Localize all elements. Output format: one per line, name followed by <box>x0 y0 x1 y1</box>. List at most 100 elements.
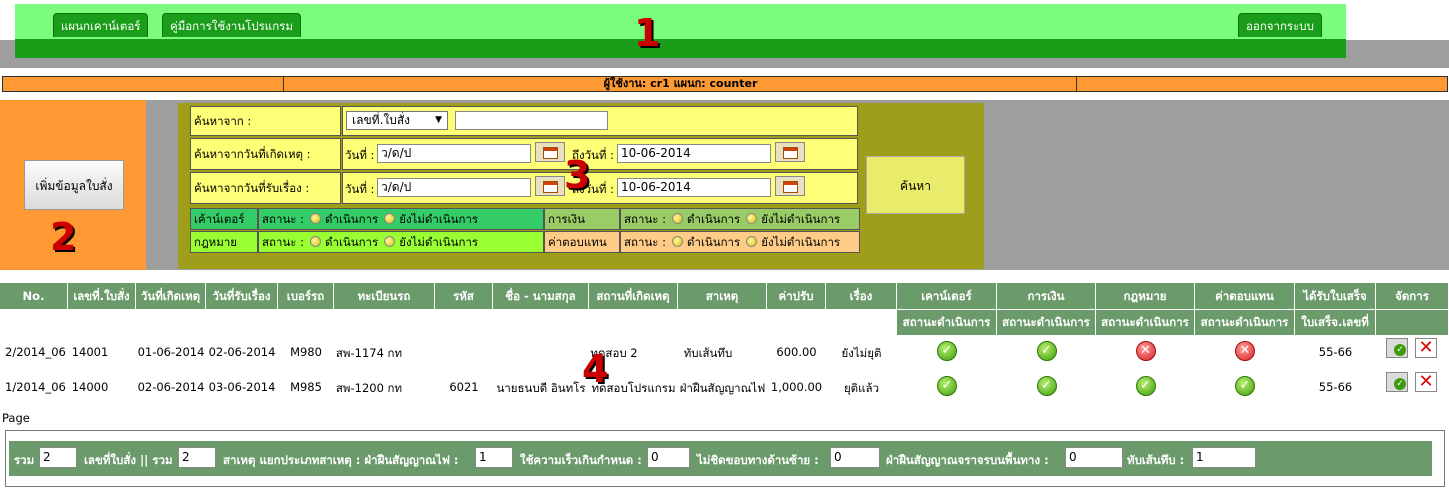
cell-receipt: 55-66 <box>1318 380 1353 394</box>
subcol-manage <box>1376 310 1449 335</box>
summary-ticket-label: เลขที่ใบสั่ง || รวม <box>84 453 173 467</box>
cell-no: 1/2014_06 <box>5 380 66 394</box>
calendar-icon[interactable] <box>775 142 805 162</box>
cell-finance-status: ✓ <box>997 376 1096 396</box>
summary-left-input[interactable]: 0 <box>830 447 880 468</box>
opt-pending-label: ยังไม่ดำเนินการ <box>399 212 479 226</box>
col-received-date: วันที่รับเรื่อง <box>206 283 278 309</box>
radio-pending[interactable] <box>746 213 758 224</box>
subcol-counter-status: สถานะดำเนินการ <box>897 310 997 335</box>
status-dept-compensation: ค่าตอบแทน <box>544 231 620 253</box>
cell-name: นายธนบดี อินทโร <box>496 381 586 395</box>
search-field-select-value: เลขที่.ใบสั่ง <box>352 113 411 127</box>
edit-icon[interactable]: ✓ <box>1386 338 1408 358</box>
cell-received-date: 02-06-2014 <box>208 345 276 359</box>
opt-done-label: ดำเนินการ <box>325 212 379 226</box>
radio-pending[interactable] <box>384 213 396 224</box>
opt-pending-label: ยังไม่ดำเนินการ <box>399 235 479 249</box>
cell-ticket[interactable]: 14001 <box>68 345 112 359</box>
delete-icon[interactable]: ✕ <box>1415 372 1437 392</box>
incident-to-input[interactable]: 10-06-2014 <box>617 144 771 163</box>
search-from-label: ค้นหาจาก : <box>194 114 252 128</box>
col-manage: จัดการ <box>1376 283 1449 309</box>
incident-from-label: วันที่ : <box>345 148 375 162</box>
annotation-2: 2 <box>50 215 77 259</box>
status-label: สถานะ : <box>624 235 667 249</box>
status-label: สถานะ : <box>262 212 305 226</box>
cell-car-no: M985 <box>290 380 322 394</box>
summary-total-input[interactable]: 2 <box>39 447 77 468</box>
check-icon: ✓ <box>1036 376 1057 396</box>
cross-icon: ✕ <box>1235 341 1255 361</box>
tab-user-manual[interactable]: คู่มือการใช้งานโปรแกรม <box>162 13 301 37</box>
cell-matter: ยุติแล้ว <box>843 381 880 395</box>
cell-received-date: 03-06-2014 <box>208 380 276 394</box>
status-dept-counter: เค้าน์เตอร์ <box>190 208 258 230</box>
search-from-label-cell: ค้นหาจาก : <box>190 106 341 136</box>
col-car-no: เบอร์รถ <box>278 283 334 309</box>
cell-incident-date: 02-06-2014 <box>137 380 205 394</box>
cell-ticket[interactable]: 14000 <box>68 380 112 394</box>
summary-road-input[interactable]: 0 <box>1065 447 1123 468</box>
summary-ticket-input[interactable]: 2 <box>178 447 216 468</box>
col-counter: เคาน์เตอร์ <box>897 283 997 309</box>
opt-pending-label: ยังไม่ดำเนินการ <box>761 212 841 226</box>
check-icon: ✓ <box>937 341 957 361</box>
summary-red-light-input[interactable]: 1 <box>475 447 513 468</box>
col-ticket: เลขที่.ใบสั่ง <box>68 283 136 309</box>
status-compensation: สถานะ : ดำเนินการ ยังไม่ดำเนินการ <box>620 231 860 253</box>
summary-left-label: ไม่ชิดขอบทางด้านซ้าย : <box>697 453 819 467</box>
receive-to-input[interactable]: 10-06-2014 <box>617 178 771 197</box>
radio-done[interactable] <box>310 236 322 247</box>
search-field-select[interactable]: เลขที่.ใบสั่ง ▼ <box>346 111 448 130</box>
status-label: สถานะ : <box>624 212 667 226</box>
cell-compensation-status: ✕ <box>1195 341 1295 361</box>
summary-speed-label: ใช้ความเร็วเกินกำหนด : <box>520 453 642 467</box>
subcol-finance-status: สถานะดำเนินการ <box>997 310 1096 335</box>
delete-icon[interactable]: ✕ <box>1415 338 1437 358</box>
col-fine: ค่าปรับ <box>767 283 826 309</box>
opt-done-label: ดำเนินการ <box>687 212 741 226</box>
cell-cause: ทับเส้นทึบ <box>683 346 733 360</box>
col-place: สถานที่เกิดเหตุ <box>589 283 678 309</box>
cell-matter: ยังไม่ยุติ <box>841 346 882 360</box>
calendar-icon[interactable] <box>535 142 565 162</box>
radio-pending[interactable] <box>746 236 758 247</box>
logout-button[interactable]: ออกจากระบบ <box>1238 13 1322 37</box>
search-keyword-input[interactable] <box>455 111 608 130</box>
search-button[interactable]: ค้นหา <box>866 156 965 214</box>
add-ticket-button[interactable]: เพิ่มข้อมูลใบสั่ง <box>24 160 124 210</box>
receive-from-input[interactable]: ว/ด/ป <box>377 178 531 197</box>
cell-fine: 600.00 <box>776 345 817 359</box>
cell-fine: 1,000.00 <box>770 380 823 394</box>
status-dept-law: กฎหมาย <box>190 231 258 253</box>
check-icon: ✓ <box>1036 341 1057 361</box>
cell-law-status: ✓ <box>1096 376 1195 396</box>
calendar-icon[interactable] <box>775 176 805 196</box>
cell-law-status: ✕ <box>1096 341 1195 361</box>
subcol-compensation-status: สถานะดำเนินการ <box>1195 310 1295 335</box>
cell-counter-status: ✓ <box>897 376 997 396</box>
cell-cause: ฝ่าฝืนสัญญาณไฟ <box>679 381 766 395</box>
user-info-text: ผู้ใช้งาน: cr1 แผนก: counter <box>603 77 758 90</box>
cell-finance-status: ✓ <box>997 341 1096 361</box>
opt-done-label: ดำเนินการ <box>325 235 379 249</box>
receive-date-label: ค้นหาจากวันที่รับเรื่อง : <box>194 181 310 195</box>
opt-pending-label: ยังไม่ดำเนินการ <box>761 235 841 249</box>
edit-icon[interactable]: ✓ <box>1386 372 1408 392</box>
radio-done[interactable] <box>672 213 684 224</box>
chevron-down-icon: ▼ <box>435 115 442 125</box>
radio-done[interactable] <box>672 236 684 247</box>
cell-compensation-status: ✓ <box>1195 376 1295 396</box>
check-icon: ✓ <box>1235 376 1255 396</box>
receive-date-label-cell: ค้นหาจากวันที่รับเรื่อง : <box>190 172 341 204</box>
radio-done[interactable] <box>310 213 322 224</box>
calendar-icon[interactable] <box>535 176 565 196</box>
incident-date-label: ค้นหาจากวันที่เกิดเหตุ : <box>194 147 311 161</box>
radio-pending[interactable] <box>384 236 396 247</box>
incident-from-input[interactable]: ว/ด/ป <box>377 144 531 163</box>
summary-speed-input[interactable]: 0 <box>647 447 690 468</box>
summary-solid-input[interactable]: 1 <box>1192 447 1256 468</box>
tab-counter-dept[interactable]: แผนกเคาน์เตอร์ <box>53 13 149 37</box>
summary-total-label: รวม <box>14 453 35 467</box>
